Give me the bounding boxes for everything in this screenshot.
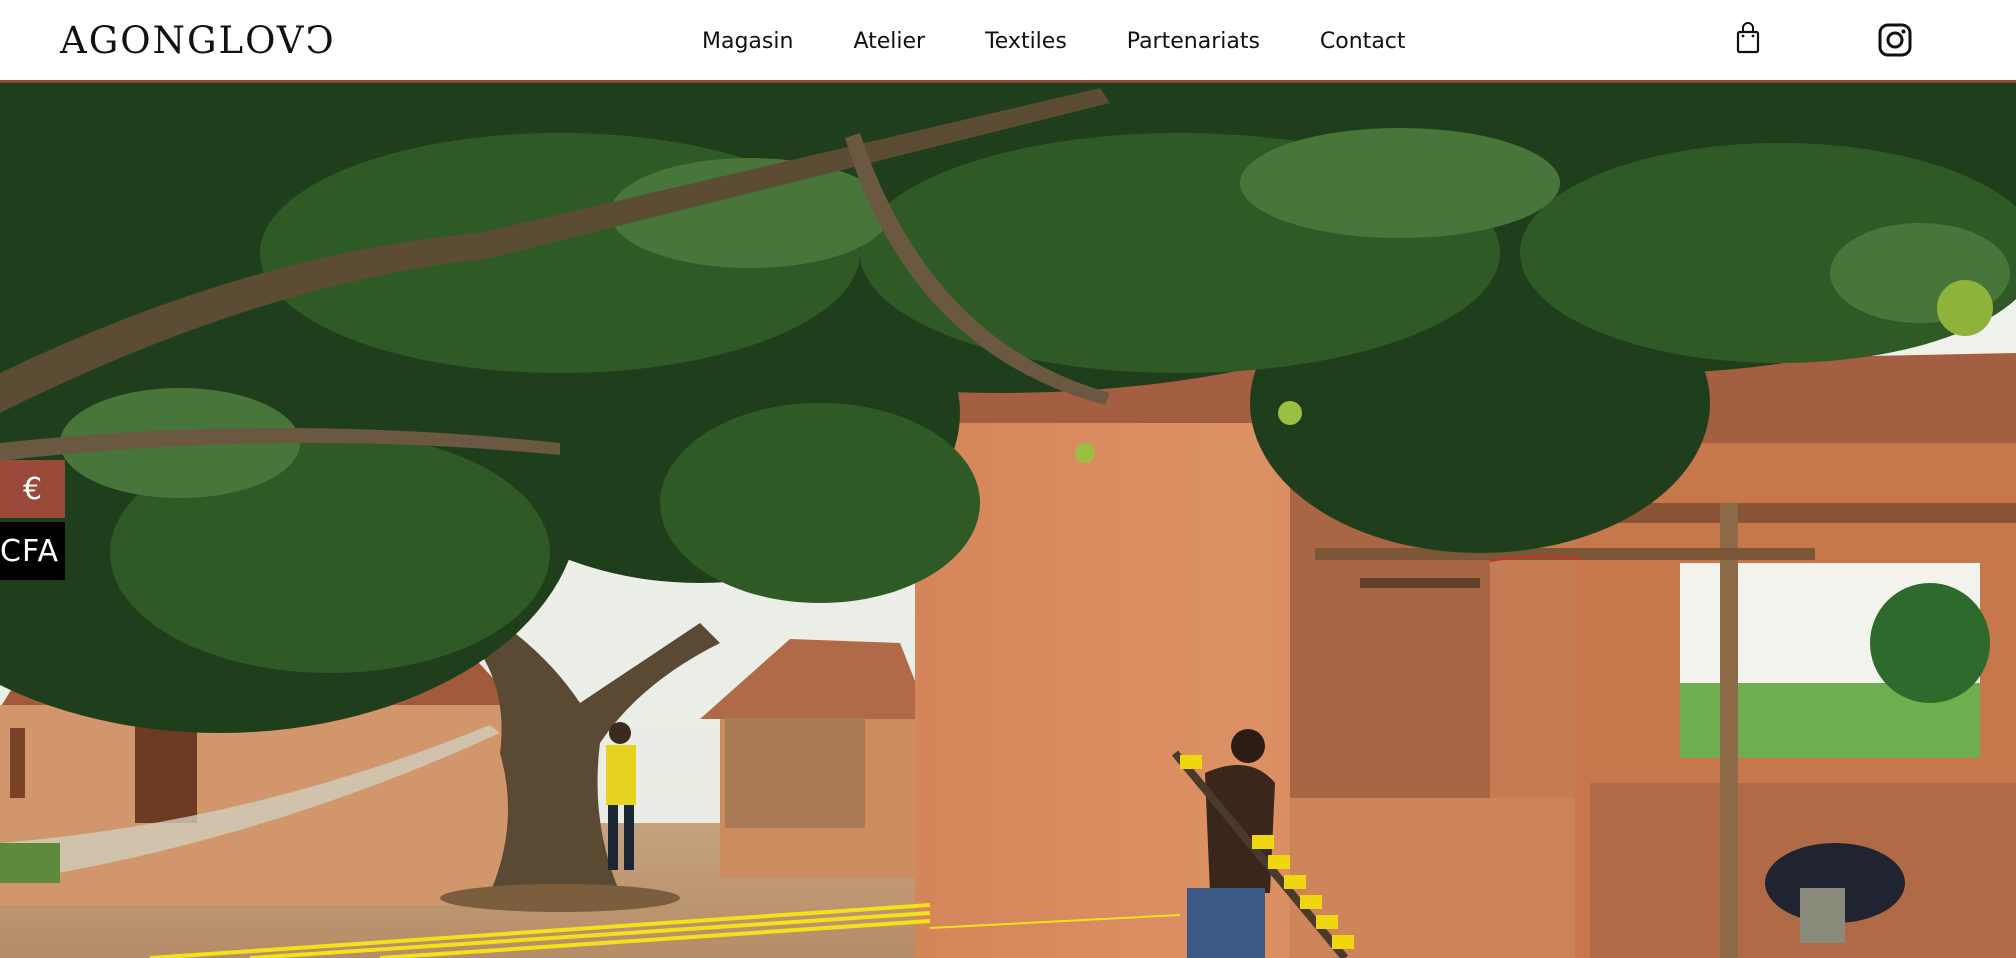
nav-item-contact[interactable]: Contact [1320, 28, 1406, 56]
hero-photo-illustration [0, 83, 2016, 958]
nav-item-partenariats[interactable]: Partenariats [1127, 28, 1260, 56]
site-logo[interactable]: AGONGLOVↃ [60, 22, 336, 59]
hero-image [0, 83, 2016, 958]
currency-euro-button[interactable]: € [0, 460, 65, 518]
instagram-icon[interactable] [1877, 22, 1913, 58]
main-navigation: Magasin Atelier Textiles Partenariats Co… [702, 28, 1466, 56]
nav-item-atelier[interactable]: Atelier [853, 28, 925, 56]
currency-cfa-button[interactable]: CFA [0, 522, 65, 580]
nav-item-magasin[interactable]: Magasin [702, 28, 793, 56]
site-header: AGONGLOVↃ Magasin Atelier Textiles Parte… [0, 0, 2016, 83]
nav-item-textiles[interactable]: Textiles [985, 28, 1067, 56]
shopping-bag-icon[interactable] [1735, 21, 1761, 55]
